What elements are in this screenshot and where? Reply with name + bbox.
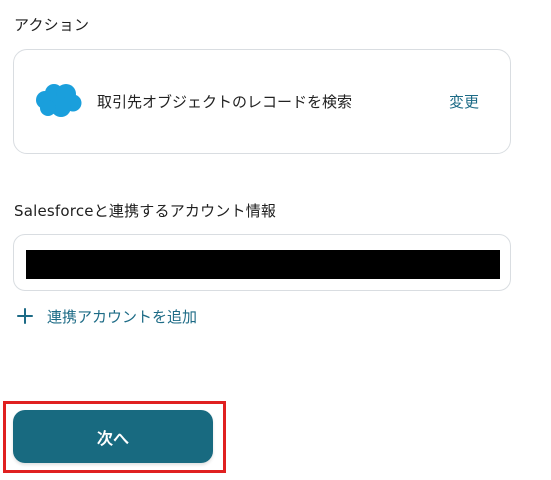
- account-select-field[interactable]: [13, 234, 511, 291]
- account-value-redacted: [26, 250, 500, 279]
- action-section-label: アクション: [14, 16, 90, 34]
- action-name: 取引先オブジェクトのレコードを検索: [97, 93, 353, 111]
- account-section-label: Salesforceと連携するアカウント情報: [14, 202, 277, 220]
- salesforce-cloud-icon: [36, 84, 82, 117]
- action-card: 取引先オブジェクトのレコードを検索 変更: [13, 49, 511, 154]
- add-account-button[interactable]: 連携アカウントを追加: [15, 305, 197, 327]
- change-button[interactable]: 変更: [449, 91, 479, 112]
- plus-icon: [15, 306, 35, 326]
- add-account-label: 連携アカウントを追加: [47, 307, 198, 326]
- next-button[interactable]: 次へ: [13, 410, 213, 463]
